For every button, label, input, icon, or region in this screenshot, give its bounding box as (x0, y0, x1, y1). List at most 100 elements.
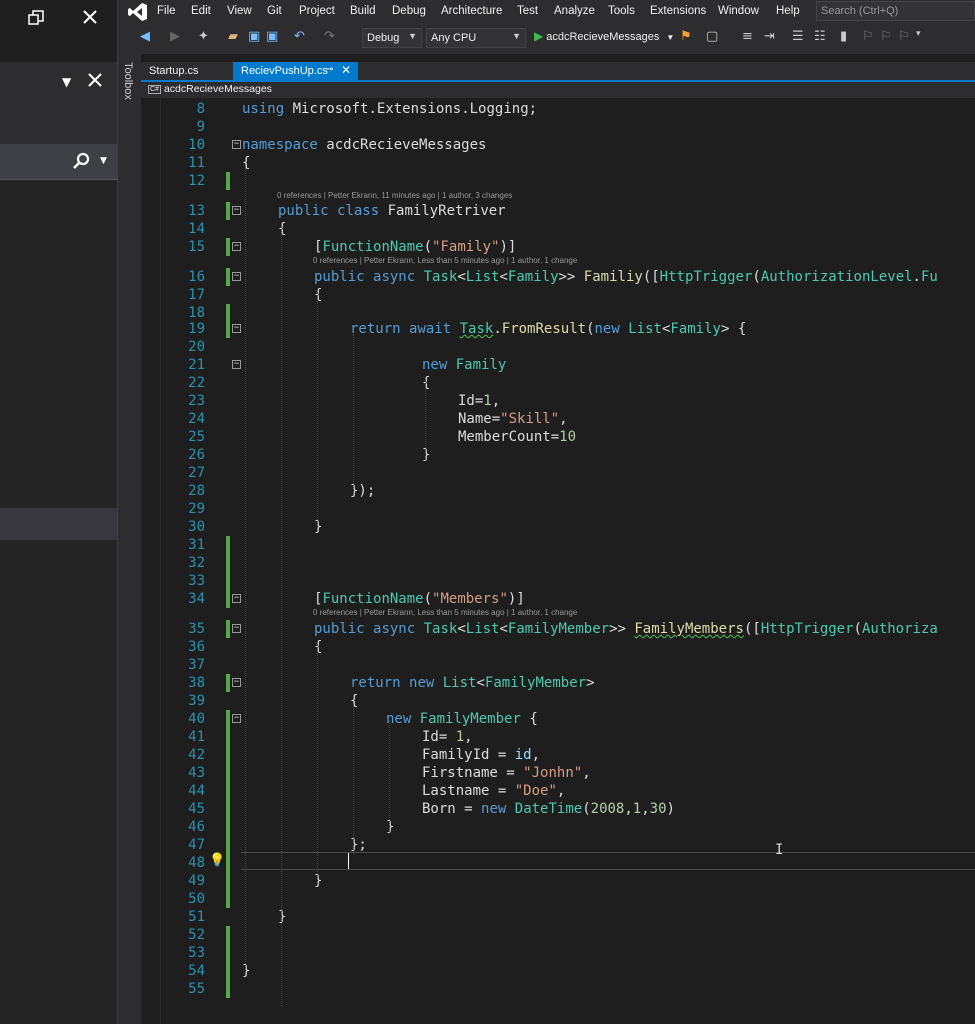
code-area[interactable]: 8 using Microsoft.Extensions.Logging; 9 10 −… (141, 98, 975, 1024)
close-window-icon[interactable] (82, 9, 98, 29)
code-line[interactable]: 55 (141, 980, 975, 998)
menu-help[interactable]: Help (776, 5, 800, 17)
code-line[interactable]: 28}); (141, 482, 975, 500)
code-line[interactable]: 9 (141, 118, 975, 136)
code-line[interactable]: 35 − public async Task<List<FamilyMember>>… (141, 620, 975, 638)
code-line[interactable]: 39 { (141, 692, 975, 710)
collapse-icon[interactable]: − (232, 206, 241, 215)
collapse-icon[interactable]: − (232, 624, 241, 633)
redo-icon[interactable]: ↷ (324, 30, 335, 43)
search-options-icon[interactable]: ▼ (100, 157, 107, 166)
menu-window[interactable]: Window (718, 5, 759, 17)
code-line[interactable]: 12 (141, 172, 975, 190)
menu-view[interactable]: View (227, 5, 252, 17)
menu-build[interactable]: Build (350, 5, 376, 17)
uncomment-icon[interactable]: ☷ (814, 30, 826, 43)
collapse-icon[interactable]: − (232, 242, 241, 251)
code-line[interactable]: 51} (141, 908, 975, 926)
collapse-icon[interactable]: − (232, 714, 241, 723)
collapse-icon[interactable]: − (232, 678, 241, 687)
toolbox-strip[interactable]: Toolbox (117, 0, 141, 1024)
code-line[interactable]: 38 − return new List<FamilyMember> (141, 674, 975, 692)
code-line[interactable]: 37 (141, 656, 975, 674)
code-line[interactable]: 29 (141, 500, 975, 518)
code-line[interactable]: 32 (141, 554, 975, 572)
menu-debug[interactable]: Debug (392, 5, 426, 17)
code-line[interactable]: 34 − [FunctionName("Members")] (141, 590, 975, 608)
code-line[interactable]: 31 (141, 536, 975, 554)
panel-search-input[interactable]: ▼ (0, 144, 117, 180)
solution-configuration-select[interactable]: Debug ▼ (362, 28, 422, 48)
code-line[interactable]: 19 − return await Task.FromResult(new List… (141, 320, 975, 338)
pin-icon[interactable]: ⊸ (325, 64, 333, 75)
code-line[interactable]: 14 { (141, 220, 975, 238)
code-line[interactable]: 22 { (141, 374, 975, 392)
solution-platform-select[interactable]: Any CPU ▼ (426, 28, 526, 48)
forward-nav-icon[interactable]: ▶ (170, 30, 180, 43)
code-line[interactable]: 21 − new Family (141, 356, 975, 374)
save-all-icon[interactable]: ▣ (266, 30, 278, 43)
toolbox-tab[interactable]: Toolbox (122, 62, 134, 100)
quick-search-input[interactable]: Search (Ctrl+Q) (816, 1, 975, 21)
panel-dropdown-icon[interactable]: ▼ (62, 76, 71, 88)
collapse-icon[interactable]: − (232, 324, 241, 333)
save-icon[interactable]: ▣ (248, 30, 260, 43)
menu-extensions[interactable]: Extensions (650, 5, 706, 17)
browser-link-icon[interactable]: ▢ (706, 30, 718, 43)
close-tab-icon[interactable]: ✕ (341, 63, 351, 77)
menu-architecture[interactable]: Architecture (441, 5, 502, 17)
code-line[interactable]: 53 (141, 944, 975, 962)
code-line[interactable]: 17 { (141, 286, 975, 304)
code-line[interactable]: 20 (141, 338, 975, 356)
new-project-icon[interactable]: ✦ (198, 30, 209, 43)
code-line[interactable]: 10 − namespace acdcRecieveMessages (141, 136, 975, 154)
code-line[interactable]: 41 Id= 1, (141, 728, 975, 746)
codelens-annotation[interactable]: 0 references | Petter Ekrann, Less than … (313, 608, 577, 617)
code-line[interactable]: 42 FamilyId = id, (141, 746, 975, 764)
code-line[interactable]: 54} (141, 962, 975, 980)
code-line[interactable]: 11 { (141, 154, 975, 172)
code-line[interactable]: 52 (141, 926, 975, 944)
menu-edit[interactable]: Edit (191, 5, 211, 17)
back-nav-icon[interactable]: ◀ (140, 30, 150, 43)
collapse-icon[interactable]: − (232, 272, 241, 281)
bookmark-icon[interactable]: ▮ (840, 30, 847, 43)
tab-startup-cs[interactable]: Startup.cs (141, 62, 233, 80)
project-dropdown[interactable]: C# acdcRecieveMessages (148, 83, 272, 95)
code-line[interactable]: 16 − public async Task<List<Family>> Famil… (141, 268, 975, 286)
code-line[interactable]: 36 { (141, 638, 975, 656)
collapse-icon[interactable]: − (232, 360, 241, 369)
tab-recievpushup-cs[interactable]: RecievPushUp.cs ⊸ ✕ (233, 62, 358, 80)
open-folder-icon[interactable]: ▰ (228, 30, 238, 43)
menu-file[interactable]: File (157, 5, 176, 17)
code-line[interactable]: 8 using Microsoft.Extensions.Logging; (141, 100, 975, 118)
codelens-annotation[interactable]: 0 references | Petter Ekrann, 11 minutes… (277, 191, 512, 200)
code-line[interactable]: 40 − new FamilyMember { (141, 710, 975, 728)
code-line[interactable]: 15 − [FunctionName("Family")] (141, 238, 975, 256)
menu-git[interactable]: Git (267, 5, 282, 17)
lightbulb-icon[interactable]: 💡 (209, 853, 225, 868)
clear-bookmarks-icon[interactable]: ⚐ (898, 30, 910, 43)
panel-close-icon[interactable] (88, 73, 102, 91)
search-icon[interactable] (72, 152, 90, 174)
code-line[interactable]: 43 Firstname = "Jonhn", (141, 764, 975, 782)
format-icon[interactable]: ≡ (742, 30, 753, 43)
code-line[interactable]: 45 Born = new DateTime(2008,1,30) (141, 800, 975, 818)
menu-project[interactable]: Project (299, 5, 335, 17)
code-line[interactable]: 23 Id=1, (141, 392, 975, 410)
code-line[interactable]: 30} (141, 518, 975, 536)
next-bookmark-icon[interactable]: ⚐ (880, 30, 892, 43)
code-line[interactable]: 49} (141, 872, 975, 890)
code-line[interactable]: 24 Name="Skill", (141, 410, 975, 428)
start-debugging-button[interactable]: ▶ acdcRecieveMessages ▼ (534, 29, 674, 43)
undo-icon[interactable]: ↶ (294, 30, 305, 43)
collapse-icon[interactable]: − (232, 140, 241, 149)
step-icon[interactable]: ⇥ (764, 30, 775, 43)
restore-window-icon[interactable] (28, 10, 44, 30)
code-editor[interactable]: 8 using Microsoft.Extensions.Logging; 9 10 −… (141, 98, 975, 1024)
menu-test[interactable]: Test (517, 5, 538, 17)
collapse-icon[interactable]: − (232, 594, 241, 603)
comment-icon[interactable]: ☰ (792, 30, 804, 43)
prev-bookmark-icon[interactable]: ⚐ (862, 30, 874, 43)
code-line[interactable]: 27 (141, 464, 975, 482)
